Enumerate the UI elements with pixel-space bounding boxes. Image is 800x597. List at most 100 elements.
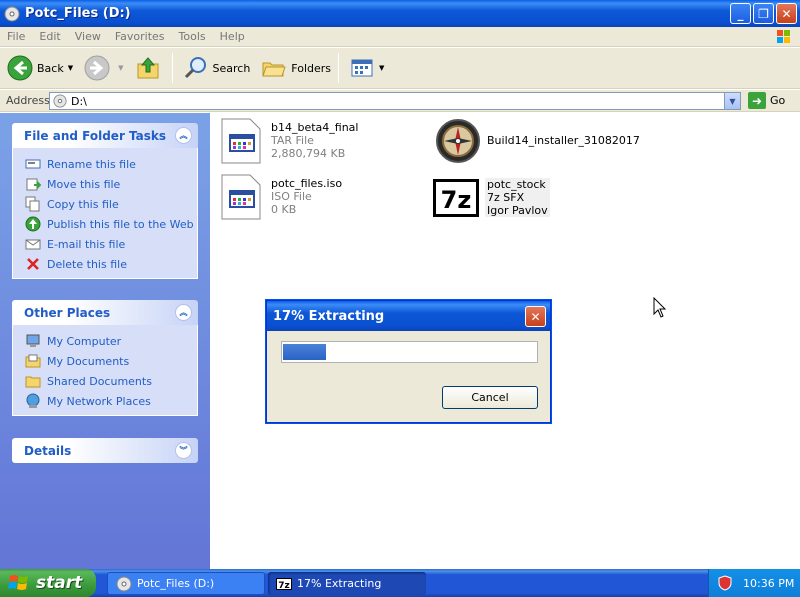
minimize-button[interactable]: _ — [730, 3, 751, 24]
expand-icon[interactable]: ︾ — [175, 442, 192, 459]
menu-tools[interactable]: Tools — [172, 30, 213, 43]
security-shield-icon[interactable] — [717, 575, 733, 591]
address-field[interactable]: D:\ ▼ — [49, 92, 741, 110]
task-delete[interactable]: Delete this file — [25, 254, 197, 274]
documents-icon — [25, 354, 41, 368]
other-places-header[interactable]: Other Places ︽ — [12, 300, 198, 325]
menu-bar: File Edit View Favorites Tools Help — [0, 27, 800, 47]
publish-icon — [25, 216, 41, 232]
progress-fill — [283, 344, 326, 360]
details-header[interactable]: Details ︾ — [12, 438, 198, 463]
taskbar-item-explorer[interactable]: Potc_Files (D:) — [107, 572, 265, 595]
views-dropdown-icon[interactable]: ▼ — [379, 64, 384, 72]
views-icon — [351, 59, 373, 77]
generic-file-icon — [221, 118, 261, 164]
progress-bar — [281, 341, 538, 363]
file-item[interactable]: Build14_installer_31082017 — [434, 117, 640, 165]
go-label: Go — [770, 94, 786, 107]
address-dropdown-icon[interactable]: ▼ — [724, 93, 740, 109]
close-button[interactable]: ✕ — [776, 3, 797, 24]
svg-text:7z: 7z — [441, 186, 472, 214]
dialog-title-bar[interactable]: 17% Extracting ✕ — [267, 301, 550, 331]
window-title: Potc_Files (D:) — [25, 6, 131, 21]
compass-icon — [436, 119, 480, 163]
task-email[interactable]: E-mail this file — [25, 234, 197, 254]
task-label: Delete this file — [47, 257, 127, 271]
taskbar: start Potc_Files (D:) 7z 17% Extracting … — [0, 569, 800, 597]
mouse-cursor-icon — [653, 297, 667, 318]
search-button[interactable]: Search — [179, 51, 255, 85]
title-bar[interactable]: Potc_Files (D:) _ ❐ ✕ — [0, 0, 800, 27]
disc-drive-icon — [4, 6, 20, 21]
menu-favorites[interactable]: Favorites — [108, 30, 172, 43]
file-size: 2,880,794 KB — [271, 147, 346, 160]
menu-file[interactable]: File — [0, 30, 32, 43]
forward-dropdown-icon[interactable]: ▼ — [118, 64, 123, 72]
file-author: Igor Pavlov — [487, 204, 548, 217]
window-buttons: _ ❐ ✕ — [730, 3, 797, 24]
rename-icon — [25, 159, 41, 169]
dialog-close-button[interactable]: ✕ — [525, 306, 546, 327]
task-rename[interactable]: Rename this file — [25, 154, 197, 174]
views-button[interactable]: ▼ — [345, 51, 388, 85]
file-tasks-list: Rename this file Move this file Copy thi… — [12, 148, 198, 279]
collapse-icon[interactable]: ︽ — [175, 304, 192, 321]
place-label: My Computer — [47, 334, 122, 348]
folders-icon — [262, 62, 286, 77]
system-tray: 10:36 PM — [708, 569, 800, 597]
file-item[interactable]: b14_beta4_final TAR File 2,880,794 KB — [218, 117, 358, 165]
back-arrow-icon — [7, 55, 33, 81]
collapse-icon[interactable]: ︽ — [175, 127, 192, 144]
details-panel: Details ︾ — [12, 438, 198, 463]
place-my-network[interactable]: My Network Places — [25, 391, 197, 411]
back-dropdown-icon[interactable]: ▼ — [68, 64, 73, 72]
place-my-documents[interactable]: My Documents — [25, 351, 197, 371]
generic-file-icon — [221, 174, 261, 220]
copy-icon — [25, 196, 40, 212]
menu-edit[interactable]: Edit — [32, 30, 67, 43]
details-title: Details — [24, 443, 72, 458]
forward-button[interactable]: ▼ — [80, 51, 127, 85]
file-tasks-panel: File and Folder Tasks ︽ Rename this file… — [12, 123, 198, 279]
address-label: Address — [6, 94, 50, 107]
folders-label: Folders — [291, 61, 332, 75]
windows-logo-icon — [770, 28, 796, 46]
disc-drive-icon — [53, 94, 67, 108]
file-tasks-header[interactable]: File and Folder Tasks ︽ — [12, 123, 198, 148]
place-label: Shared Documents — [47, 374, 152, 388]
search-label: Search — [212, 61, 251, 75]
toolbar-separator — [171, 53, 173, 83]
cancel-button[interactable]: Cancel — [442, 386, 538, 409]
file-item[interactable]: potc_files.iso ISO File 0 KB — [218, 173, 342, 221]
up-folder-button[interactable] — [131, 51, 169, 85]
place-shared-documents[interactable]: Shared Documents — [25, 371, 197, 391]
dialog-title: 17% Extracting — [273, 308, 385, 324]
file-tasks-title: File and Folder Tasks — [24, 128, 167, 143]
address-value: D:\ — [71, 94, 87, 108]
menu-view[interactable]: View — [68, 30, 108, 43]
back-label: Back — [37, 61, 64, 75]
file-size: 0 KB — [271, 203, 297, 216]
other-places-panel: Other Places ︽ My Computer My Documents … — [12, 300, 198, 416]
go-button[interactable]: ➜ Go — [748, 92, 785, 109]
other-places-title: Other Places — [24, 305, 111, 320]
start-button[interactable]: start — [0, 569, 96, 597]
task-copy[interactable]: Copy this file — [25, 194, 197, 214]
task-label: Rename this file — [47, 157, 136, 171]
task-pane: File and Folder Tasks ︽ Rename this file… — [0, 113, 210, 569]
file-name: b14_beta4_final — [271, 121, 359, 134]
go-arrow-icon: ➜ — [748, 92, 766, 109]
place-my-computer[interactable]: My Computer — [25, 331, 197, 351]
task-move[interactable]: Move this file — [25, 174, 197, 194]
menu-help[interactable]: Help — [213, 30, 252, 43]
task-label: Copy this file — [47, 197, 119, 211]
maximize-button[interactable]: ❐ — [753, 3, 774, 24]
network-icon — [26, 393, 40, 408]
file-item[interactable]: 7z potc_stock 7z SFX Igor Pavlov — [432, 175, 550, 223]
taskbar-item-extract[interactable]: 7z 17% Extracting — [268, 572, 426, 595]
clock: 10:36 PM — [743, 576, 795, 590]
folders-button[interactable]: Folders — [257, 51, 335, 85]
file-name: Build14_installer_31082017 — [487, 134, 640, 147]
task-publish[interactable]: Publish this file to the Web — [25, 214, 197, 234]
back-button[interactable]: Back ▼ — [3, 51, 77, 85]
